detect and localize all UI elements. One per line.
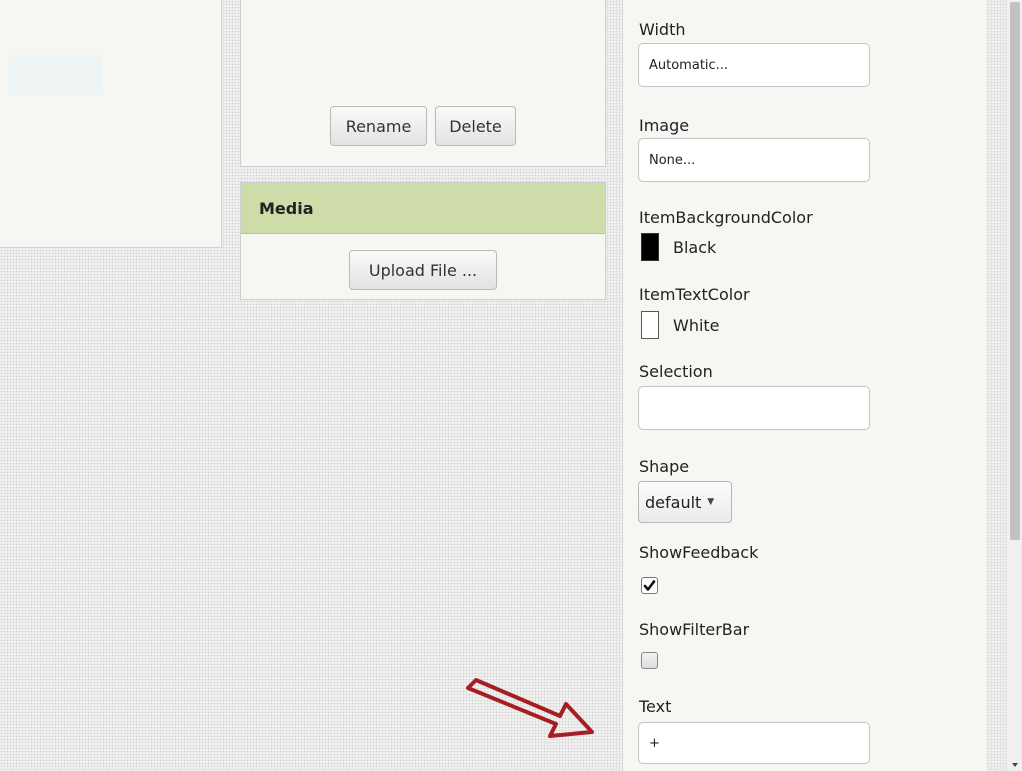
black-color-swatch bbox=[641, 233, 659, 261]
item-background-color-label: ItemBackgroundColor bbox=[639, 208, 813, 227]
scroll-down-arrow-icon[interactable] bbox=[1012, 763, 1018, 767]
white-color-swatch bbox=[641, 311, 659, 339]
image-label: Image bbox=[639, 116, 690, 135]
component-tree-panel bbox=[0, 0, 222, 248]
item-text-color-picker[interactable]: White bbox=[641, 311, 720, 339]
shape-label: Shape bbox=[639, 457, 690, 476]
selection-field[interactable] bbox=[638, 386, 870, 430]
shape-dropdown-value: default bbox=[645, 492, 702, 512]
annotation-arrow-icon bbox=[466, 678, 594, 738]
components-panel: Rename Delete bbox=[240, 0, 606, 167]
item-background-color-value: Black bbox=[673, 237, 717, 257]
image-field[interactable]: None... bbox=[638, 138, 870, 182]
width-field[interactable]: Automatic... bbox=[638, 43, 870, 87]
text-label: Text bbox=[639, 697, 672, 716]
shape-dropdown[interactable]: default ▼ bbox=[638, 481, 732, 523]
show-feedback-label: ShowFeedback bbox=[639, 543, 759, 562]
dropdown-caret-icon: ▼ bbox=[707, 497, 715, 507]
item-text-color-label: ItemTextColor bbox=[639, 285, 750, 304]
show-filter-bar-checkbox[interactable] bbox=[641, 652, 658, 669]
show-feedback-checkbox[interactable] bbox=[641, 577, 658, 594]
rename-button[interactable]: Rename bbox=[330, 106, 427, 146]
checkmark-icon bbox=[643, 580, 656, 591]
show-filter-bar-label: ShowFilterBar bbox=[639, 620, 750, 639]
upload-file-button[interactable]: Upload File ... bbox=[349, 250, 497, 290]
media-panel-title: Media bbox=[241, 183, 605, 234]
delete-button[interactable]: Delete bbox=[435, 106, 516, 146]
selection-label: Selection bbox=[639, 362, 713, 381]
vertical-scrollbar[interactable] bbox=[1006, 0, 1022, 771]
scrollbar-thumb[interactable] bbox=[1010, 2, 1020, 540]
selected-component-highlight[interactable] bbox=[8, 55, 103, 95]
width-label: Width bbox=[639, 20, 686, 39]
media-panel: Media Upload File ... bbox=[240, 182, 606, 300]
properties-panel: Width Automatic... Image None... ItemBac… bbox=[622, 0, 986, 771]
item-background-color-picker[interactable]: Black bbox=[641, 233, 716, 261]
text-field[interactable]: + bbox=[638, 722, 870, 764]
item-text-color-value: White bbox=[673, 315, 720, 335]
